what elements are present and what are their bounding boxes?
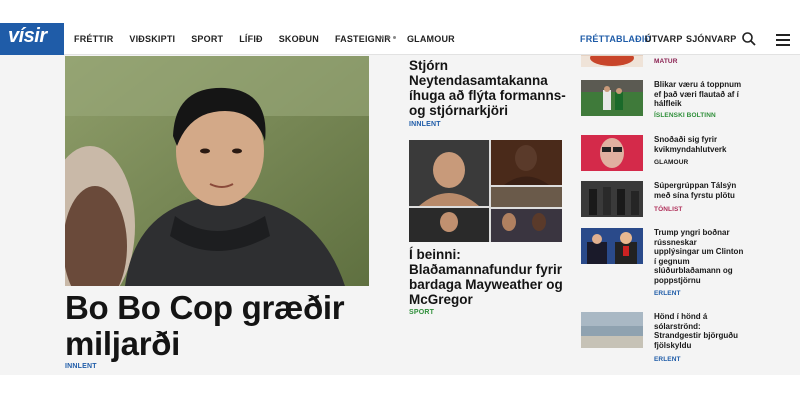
nav-item-sjonvarp[interactable]: SJÓNVARP xyxy=(686,34,736,44)
visir-logo[interactable]: vísir xyxy=(0,23,64,55)
actress-thumbnail xyxy=(581,135,643,171)
sidebar-tag: TÓNLIST xyxy=(654,206,683,213)
search-icon[interactable] xyxy=(741,31,757,47)
story-category-tag[interactable]: INNLENT xyxy=(409,121,441,128)
hero-category-tag[interactable]: INNLENT xyxy=(65,363,97,370)
sidebar-item-talsyn[interactable]: Súpergrúppan Tálsýn með sína fyrstu plöt… xyxy=(581,181,741,217)
sidebar-tag: GLAMOUR xyxy=(654,159,689,166)
sidebar-headline: Trump yngri boðnar rússneskar upplýsinga… xyxy=(654,228,744,285)
sidebar-item-trump[interactable]: Trump yngri boðnar rússneskar upplýsinga… xyxy=(581,228,744,300)
story-headline-consumers[interactable]: Stjórn Neytendasamtakanna íhuga að flýta… xyxy=(409,58,569,118)
sidebar-item-solarstrond[interactable]: Hönd í hönd á sólarströnd: Strandgestir … xyxy=(581,312,741,363)
nav-item-skodun[interactable]: SKOÐUN xyxy=(279,34,319,44)
sidebar-item-blikar[interactable]: Blikar væru á toppnum ef það væri flauta… xyxy=(581,80,741,120)
nav-item-lifid[interactable]: LÍFIÐ xyxy=(239,34,263,44)
nav-item-sport[interactable]: SPORT xyxy=(191,34,223,44)
nav-item-frettabladid[interactable]: FRÉTTABLAÐIÐ xyxy=(580,34,651,44)
main-nav: FRÉTTIR VIÐSKIPTI SPORT LÍFIÐ SKOÐUN FAS… xyxy=(74,34,471,44)
nav-item-utvarp[interactable]: ÚTVARP xyxy=(645,34,683,44)
hamburger-menu-icon[interactable] xyxy=(776,34,790,46)
nav-item-frettir[interactable]: FRÉTTIR xyxy=(74,34,113,44)
beach-thumbnail xyxy=(581,312,643,348)
sidebar-headline: Snoðaði sig fyrir kvikmyndahlutverk xyxy=(654,135,727,154)
sidebar-tag: ERLENT xyxy=(654,356,681,363)
sidebar-tag: ERLENT xyxy=(654,290,681,297)
more-dots-icon[interactable] xyxy=(381,36,396,39)
food-thumbnail xyxy=(581,55,643,67)
logo-text: vísir xyxy=(8,25,47,47)
sidebar-item-snodadi[interactable]: Snoðaði sig fyrir kvikmyndahlutverk GLAM… xyxy=(581,135,741,171)
sidebar-tag: ÍSLENSKI BOLTINN xyxy=(654,112,716,119)
football-thumbnail xyxy=(581,80,643,116)
story-category-tag-sport[interactable]: SPORT xyxy=(409,309,434,316)
sidebar-item-matur[interactable]: MATUR xyxy=(581,55,741,75)
band-thumbnail xyxy=(581,181,643,217)
sidebar-headline: Blikar væru á toppnum ef það væri flauta… xyxy=(654,80,742,109)
fight-collage-photo[interactable] xyxy=(409,140,562,242)
hero-headline[interactable]: Bo Bo Cop græðir miljarði xyxy=(65,290,385,362)
sidebar-tag: MATUR xyxy=(654,58,678,65)
trump-thumbnail xyxy=(581,228,643,264)
hero-photo[interactable] xyxy=(65,56,369,286)
sidebar-headline: Súpergrúppan Tálsýn með sína fyrstu plöt… xyxy=(654,181,737,200)
story-headline-mayweather[interactable]: Í beinni: Blaðamannafundur fyrir bardaga… xyxy=(409,247,569,307)
sidebar-headline: Hönd í hönd á sólarströnd: Strandgestir … xyxy=(654,312,738,350)
nav-item-glamour[interactable]: GLAMOUR xyxy=(407,34,455,44)
page-footer-strip xyxy=(0,375,800,400)
top-navigation-bar: vísir FRÉTTIR VIÐSKIPTI SPORT LÍFIÐ SKOÐ… xyxy=(0,0,800,55)
nav-item-vidskipti[interactable]: VIÐSKIPTI xyxy=(129,34,175,44)
